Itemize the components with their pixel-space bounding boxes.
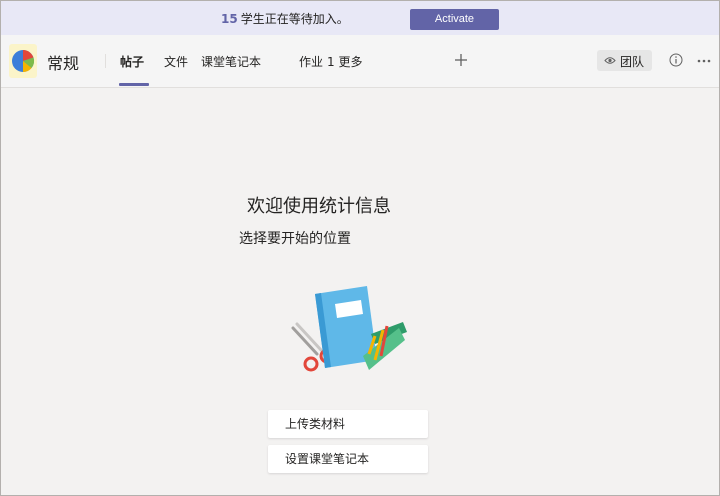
info-icon[interactable]	[669, 53, 683, 67]
tab-posts[interactable]: 帖子	[120, 53, 144, 70]
tab-assignments[interactable]: 作业	[299, 53, 323, 70]
header-divider	[105, 54, 106, 68]
welcome-title: 欢迎使用统计信息	[247, 196, 391, 217]
team-view-button[interactable]: 团队	[597, 50, 652, 71]
welcome-subtitle: 选择要开始的位置	[239, 231, 351, 247]
more-icon[interactable]	[697, 59, 711, 63]
tab-more[interactable]: 1 更多	[327, 53, 362, 70]
tab-files[interactable]: 文件	[164, 53, 188, 70]
setup-class-notebook-button[interactable]: 设置课堂笔记本	[268, 445, 428, 473]
team-view-label: 团队	[620, 55, 645, 69]
eye-icon	[604, 57, 616, 64]
tab-class-notebook[interactable]: 课堂笔记本	[201, 53, 261, 70]
waiting-students-banner: 15 学生正在等待加入。 Activate	[1, 1, 719, 35]
plus-icon[interactable]	[452, 51, 470, 69]
channel-header: 常规 帖子 文件 课堂笔记本 作业 1 更多 团队	[1, 35, 719, 88]
upload-materials-button[interactable]: 上传类材料	[268, 410, 428, 438]
channel-name: 常规	[47, 54, 80, 73]
notebook-scissors-pencils-illustration	[291, 286, 407, 372]
waiting-count: 15	[221, 12, 238, 26]
teams-window: 15 学生正在等待加入。 Activate 常规 帖子 文件 课堂笔记本 作业 1…	[0, 0, 720, 496]
active-tab-indicator	[119, 83, 149, 86]
banner-message-text: 学生正在等待加入。	[240, 12, 349, 26]
banner-message: 15 学生正在等待加入。	[221, 10, 349, 27]
activate-button[interactable]: Activate	[410, 9, 499, 30]
pie-chart-icon[interactable]	[9, 44, 37, 78]
